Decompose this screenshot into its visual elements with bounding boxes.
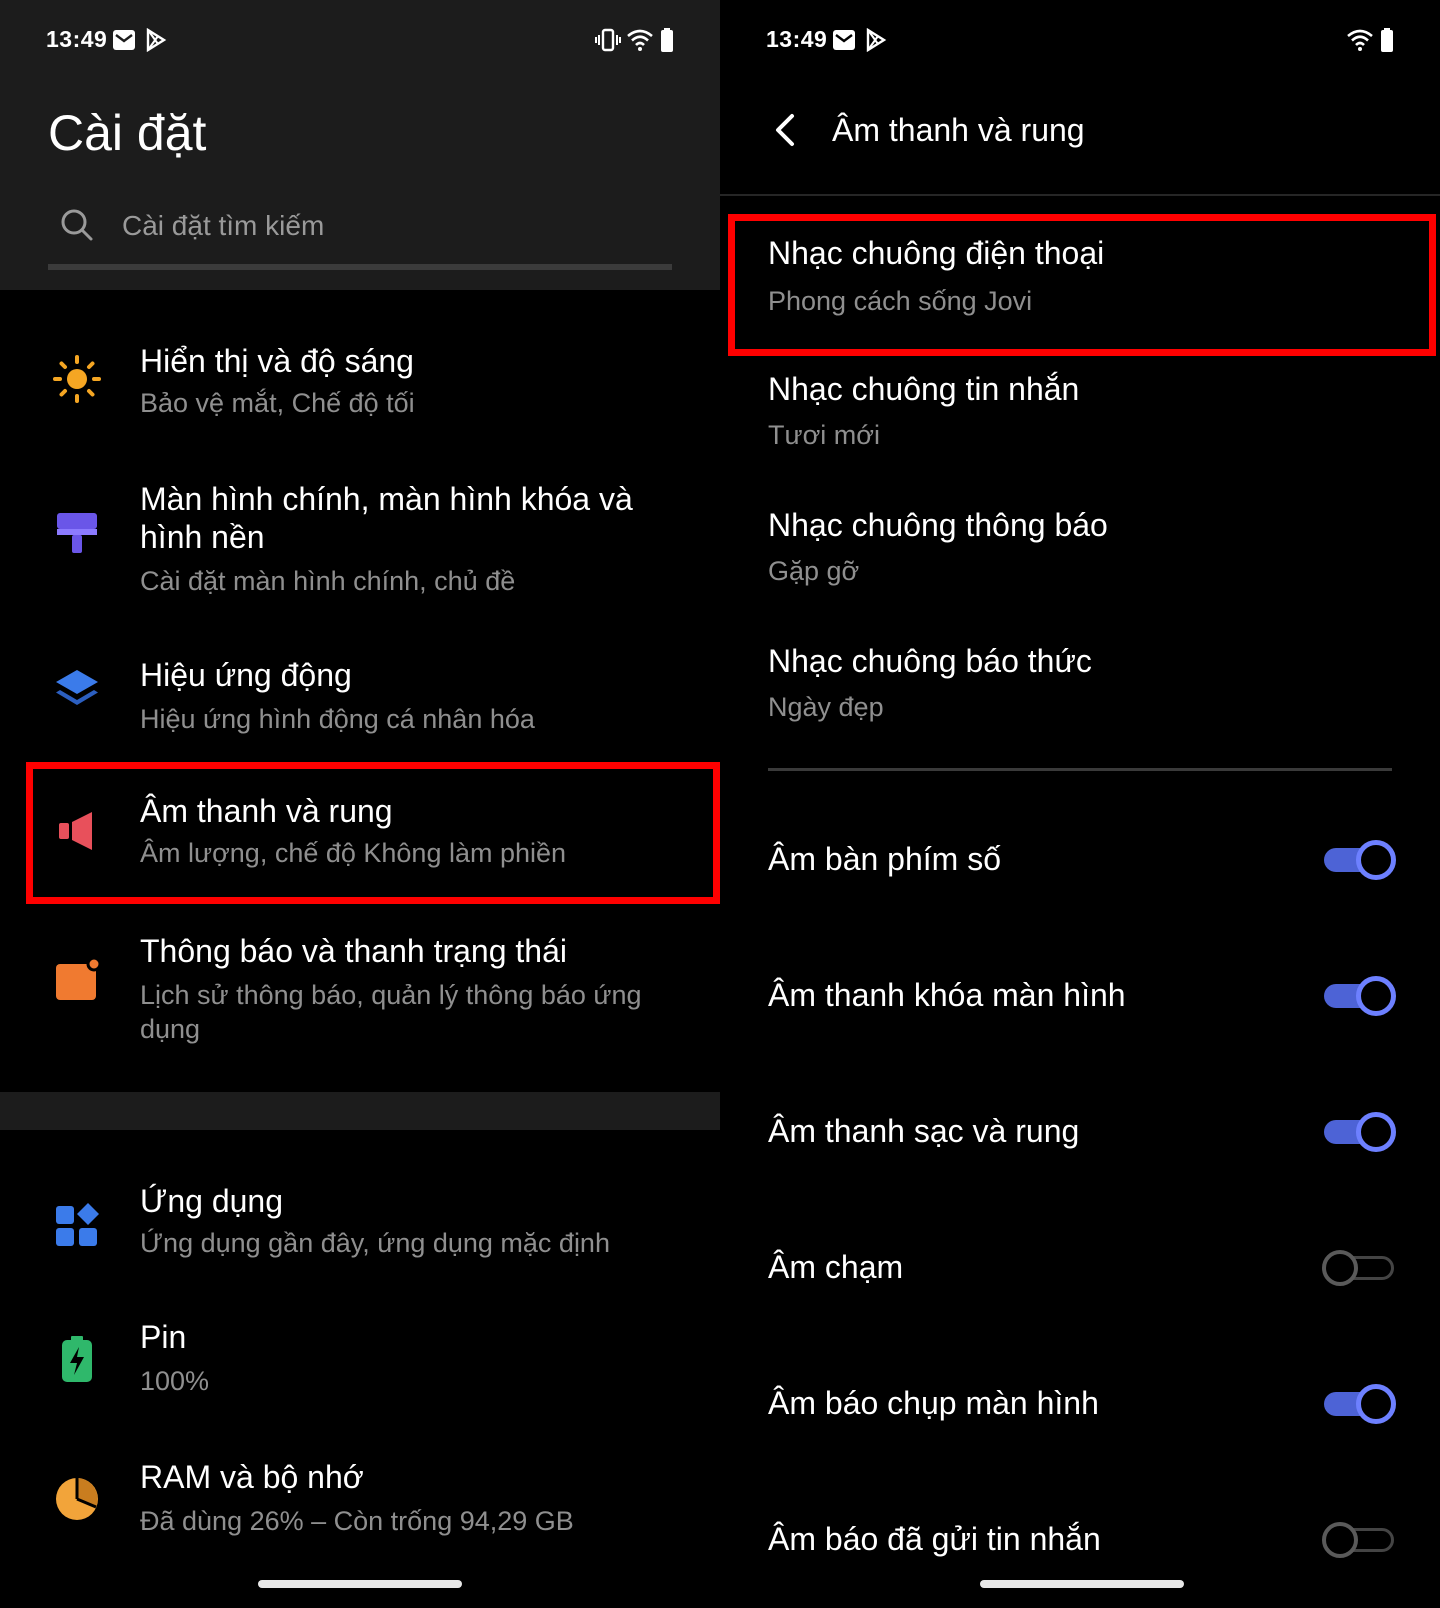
sound-settings-panel: 13:49 Âm thanh và rung Nhạc chuông điện … [720, 0, 1440, 1608]
home-indicator[interactable] [980, 1580, 1184, 1588]
status-bar: 13:49 [720, 0, 1440, 80]
play-store-icon [146, 28, 167, 52]
settings-item-battery[interactable]: Pin 100% [0, 1310, 720, 1410]
settings-item-sound[interactable]: Âm thanh và rung Âm lượng, chế độ Không … [0, 780, 720, 890]
toggle-switch[interactable] [1322, 1520, 1396, 1560]
settings-item-title: Ứng dụng [140, 1183, 283, 1219]
settings-item-subtitle: Lịch sử thông báo, quản lý thông báo ứng [140, 980, 642, 1010]
sound-header: Âm thanh và rung [720, 80, 1440, 196]
ringtone-value: Ngày đẹp [768, 692, 884, 722]
toggle-row-charging-sound[interactable]: Âm thanh sạc và rung [720, 1092, 1440, 1172]
battery-icon [62, 1336, 92, 1382]
settings-item-title: Thông báo và thanh trạng thái [140, 933, 567, 969]
settings-item-notifications[interactable]: Thông báo và thanh trạng thái Lịch sử th… [0, 930, 720, 1060]
settings-item-title: Hiệu ứng động [140, 657, 352, 693]
settings-item-title-line2: hình nền [140, 519, 265, 555]
page-title: Cài đặt [48, 105, 207, 161]
settings-item-title: RAM và bộ nhớ [140, 1459, 364, 1495]
ringtone-title: Nhạc chuông tin nhắn [768, 371, 1080, 407]
vibrate-icon [595, 28, 621, 52]
page-title: Âm thanh và rung [832, 112, 1085, 148]
settings-panel: 13:49 Cài đặt Cài đặt tìm kiếm Hiển thị … [0, 0, 720, 1608]
speaker-icon [59, 812, 92, 850]
settings-item-title: Pin [140, 1319, 187, 1355]
toggle-label: Âm thanh khóa màn hình [768, 977, 1126, 1013]
status-bar: 13:49 [0, 0, 720, 80]
toggle-switch[interactable] [1322, 1112, 1396, 1152]
mail-icon [833, 30, 855, 50]
ringtone-alarm[interactable]: Nhạc chuông báo thức Ngày đẹp [720, 634, 1440, 754]
toggle-switch[interactable] [1322, 976, 1396, 1016]
ringtone-value: Tươi mới [768, 420, 880, 450]
toggle-label: Âm báo chụp màn hình [768, 1385, 1099, 1421]
ringtone-notification[interactable]: Nhạc chuông thông báo Gặp gỡ [720, 498, 1440, 618]
toggle-row-lock-sound[interactable]: Âm thanh khóa màn hình [720, 956, 1440, 1036]
layers-icon [56, 670, 98, 705]
settings-item-subtitle: Bảo vệ mắt, Chế độ tối [140, 388, 415, 418]
back-arrow-icon[interactable] [770, 110, 800, 150]
ringtone-value: Gặp gỡ [768, 556, 860, 586]
search-icon [61, 209, 93, 241]
search-placeholder: Cài đặt tìm kiếm [122, 210, 325, 241]
settings-item-subtitle-line2: dụng [140, 1014, 201, 1044]
settings-item-animations[interactable]: Hiệu ứng động Hiệu ứng hình động cá nhân… [0, 640, 720, 740]
wifi-icon [1347, 29, 1373, 51]
settings-item-storage[interactable]: RAM và bộ nhớ Đã dùng 26% – Còn trống 94… [0, 1450, 720, 1550]
apps-icon [56, 1203, 99, 1246]
settings-item-subtitle: Ứng dụng gần đây, ứng dụng mặc định [140, 1228, 610, 1258]
toggle-label: Âm bàn phím số [768, 841, 1001, 877]
status-time: 13:49 [766, 26, 828, 52]
toggle-switch[interactable] [1322, 1248, 1396, 1288]
settings-item-subtitle: Đã dùng 26% – Còn trống 94,29 GB [140, 1506, 574, 1536]
notification-icon [56, 956, 102, 1000]
storage-pie-icon [56, 1478, 98, 1520]
toggle-row-screenshot-sound[interactable]: Âm báo chụp màn hình [720, 1364, 1440, 1444]
battery-status-icon [661, 28, 673, 52]
ringtone-value: Phong cách sống Jovi [768, 286, 1033, 316]
settings-item-title: Màn hình chính, màn hình khóa và [140, 481, 633, 517]
mail-icon [113, 30, 135, 50]
toggle-label: Âm chạm [768, 1249, 904, 1285]
settings-item-title: Âm thanh và rung [140, 793, 393, 829]
toggle-row-message-sent-sound[interactable]: Âm báo đã gửi tin nhắn [720, 1500, 1440, 1580]
ringtone-title: Nhạc chuông điện thoại [768, 235, 1105, 271]
toggle-row-dialpad[interactable]: Âm bàn phím số [720, 820, 1440, 900]
toggle-label: Âm báo đã gửi tin nhắn [768, 1521, 1101, 1557]
paint-roller-icon [57, 513, 97, 553]
toggle-label: Âm thanh sạc và rung [768, 1113, 1080, 1149]
settings-item-display[interactable]: Hiển thị và độ sáng Bảo vệ mắt, Chế độ t… [0, 330, 720, 440]
play-store-icon [866, 28, 887, 52]
toggle-row-touch-sound[interactable]: Âm chạm [720, 1228, 1440, 1308]
section-divider [768, 768, 1392, 771]
settings-item-subtitle: Cài đặt màn hình chính, chủ đề [140, 566, 516, 596]
section-divider [0, 1092, 720, 1130]
toggle-switch[interactable] [1322, 1384, 1396, 1424]
toggle-switch[interactable] [1322, 840, 1396, 880]
battery-status-icon [1381, 28, 1393, 52]
settings-item-title: Hiển thị và độ sáng [140, 343, 414, 379]
ringtone-title: Nhạc chuông báo thức [768, 643, 1092, 679]
ringtone-message[interactable]: Nhạc chuông tin nhắn Tươi mới [720, 362, 1440, 482]
home-indicator[interactable] [258, 1580, 462, 1588]
wifi-icon [627, 29, 653, 51]
settings-item-apps[interactable]: Ứng dụng Ứng dụng gần đây, ứng dụng mặc … [0, 1172, 720, 1272]
settings-item-subtitle: 100% [140, 1366, 210, 1396]
search-input[interactable]: Cài đặt tìm kiếm [48, 200, 672, 270]
status-time: 13:49 [46, 26, 108, 52]
sun-icon [53, 355, 101, 403]
settings-item-subtitle: Hiệu ứng hình động cá nhân hóa [140, 704, 535, 734]
settings-item-subtitle: Âm lượng, chế độ Không làm phiền [140, 838, 567, 868]
ringtone-title: Nhạc chuông thông báo [768, 507, 1108, 543]
settings-item-home-screen[interactable]: Màn hình chính, màn hình khóa và hình nề… [0, 470, 720, 610]
ringtone-phone[interactable]: Nhạc chuông điện thoại Phong cách sống J… [720, 226, 1440, 346]
